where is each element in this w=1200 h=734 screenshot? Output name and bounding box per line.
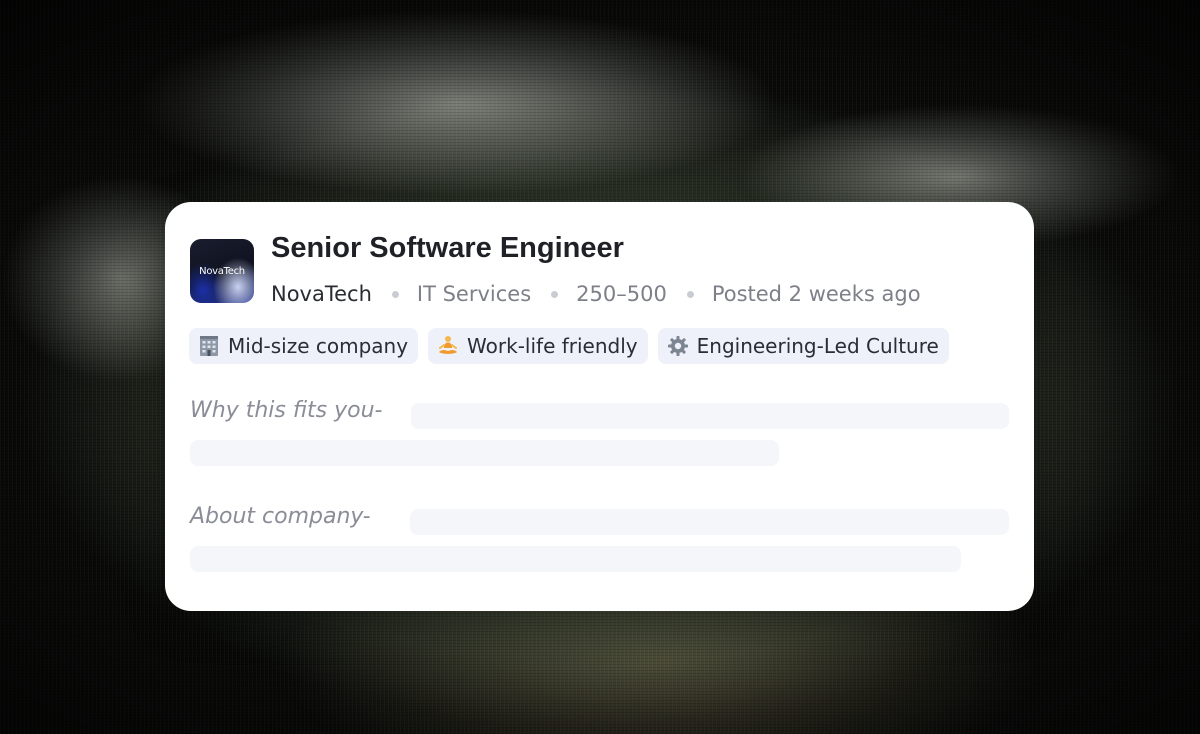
meta-separator-dot: [686, 290, 694, 298]
office-building-icon: [197, 334, 221, 358]
tag-label: Work-life friendly: [467, 334, 638, 358]
why-fits-label: Why this fits you-: [190, 398, 383, 423]
company-logo: NovaTech: [190, 239, 254, 303]
posted-date: Posted 2 weeks ago: [711, 282, 921, 306]
tag-engineering-led-culture[interactable]: Engineering-Led Culture: [657, 328, 949, 364]
skeleton-line: [190, 440, 779, 466]
tag-mid-size-company[interactable]: Mid-size company: [189, 328, 419, 364]
meta-separator-dot: [391, 290, 399, 298]
tag-list: Mid-size company Work-life friendly Engi…: [189, 328, 949, 364]
meta-separator-dot: [551, 290, 559, 298]
job-title[interactable]: Senior Software Engineer: [271, 232, 624, 265]
gear-icon: [666, 334, 690, 358]
about-company-label: About company-: [190, 504, 371, 529]
skeleton-line: [190, 546, 961, 572]
company-size: 250–500: [576, 282, 667, 306]
tag-work-life-friendly[interactable]: Work-life friendly: [428, 328, 648, 364]
skeleton-line: [411, 403, 1009, 429]
company-logo-text: NovaTech: [199, 265, 245, 277]
skeleton-line: [410, 509, 1009, 535]
company-name[interactable]: NovaTech: [271, 282, 372, 306]
tag-label: Engineering-Led Culture: [696, 334, 939, 358]
job-meta: NovaTech IT Services 250–500 Posted 2 we…: [271, 282, 921, 306]
company-industry: IT Services: [416, 282, 532, 306]
tag-label: Mid-size company: [228, 334, 409, 358]
job-card[interactable]: NovaTech Senior Software Engineer NovaTe…: [165, 202, 1034, 611]
person-meditating-icon: [436, 334, 460, 358]
